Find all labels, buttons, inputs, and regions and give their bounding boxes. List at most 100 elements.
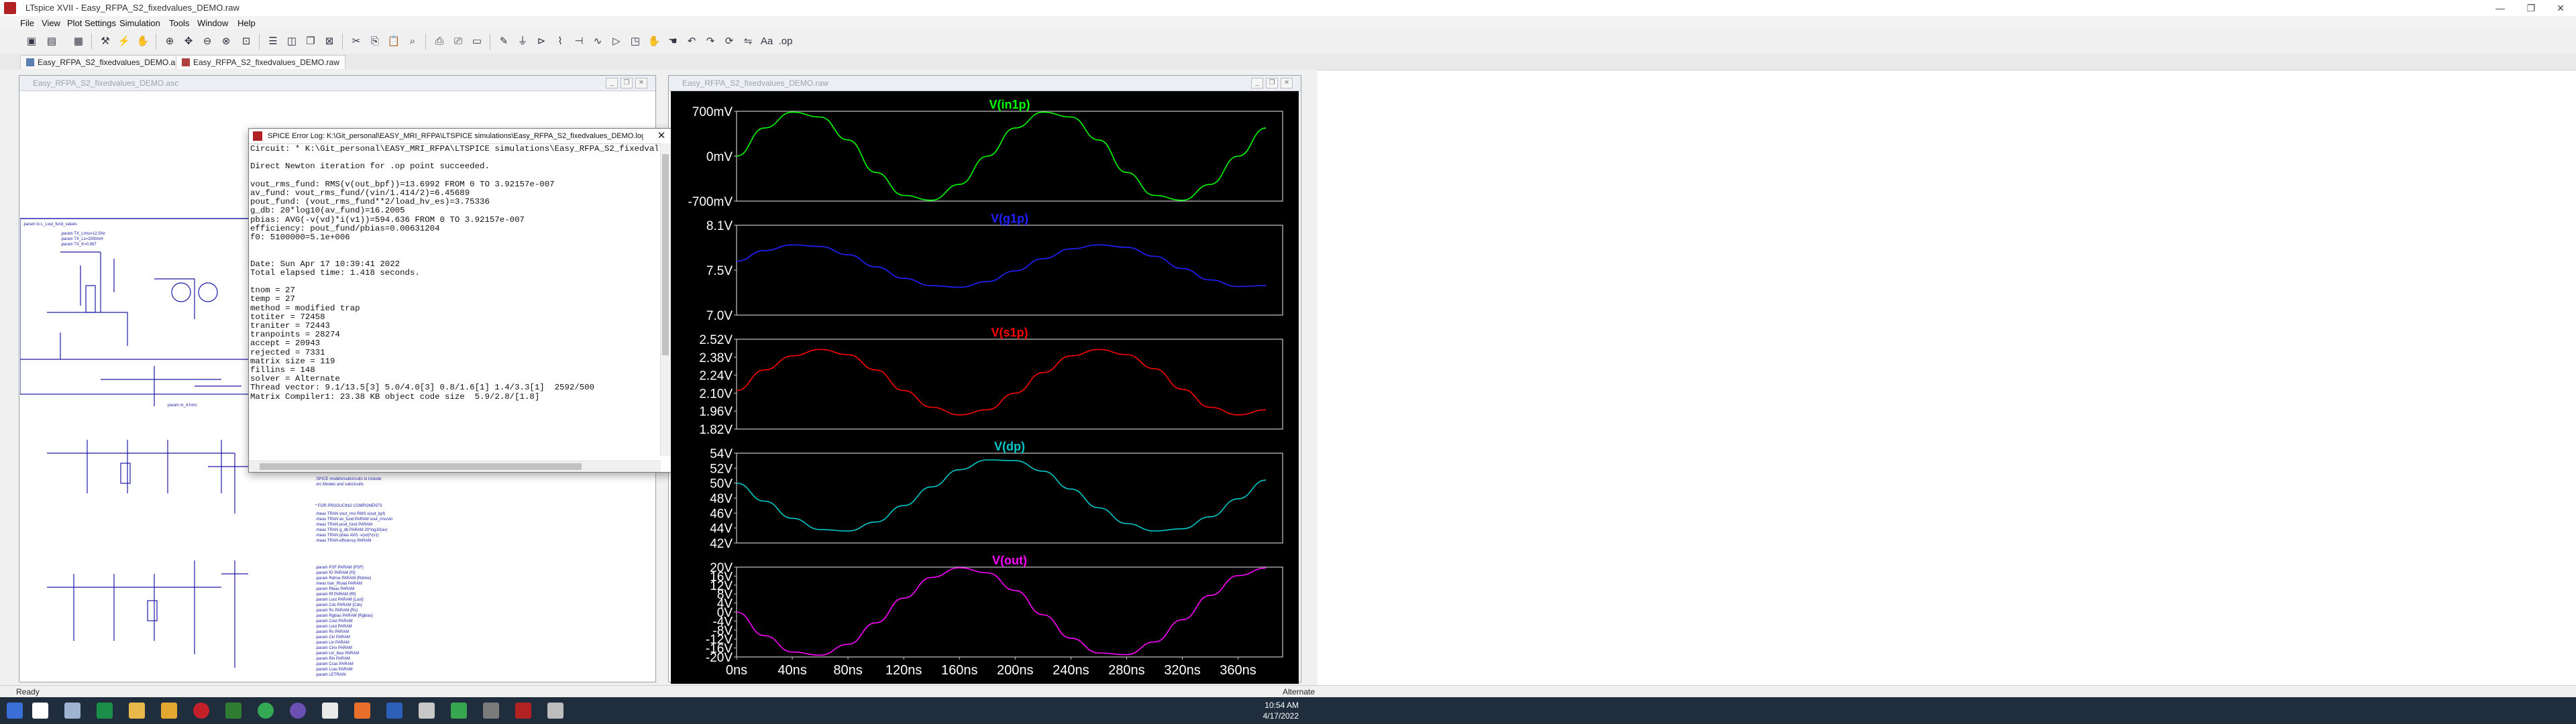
paste-icon[interactable]: 📋 bbox=[385, 33, 402, 50]
search-icon[interactable] bbox=[32, 703, 48, 719]
folder-icon[interactable] bbox=[161, 703, 177, 719]
start-icon[interactable] bbox=[7, 703, 23, 719]
subwin-minimize-button[interactable]: _ bbox=[606, 78, 618, 88]
zoom-in-icon[interactable]: ⊕ bbox=[161, 33, 178, 50]
waveform-icon bbox=[182, 58, 190, 66]
subwin-minimize-button[interactable]: _ bbox=[1251, 78, 1263, 88]
vertical-scrollbar[interactable] bbox=[660, 143, 672, 456]
undo-icon[interactable]: ↶ bbox=[683, 33, 700, 50]
draw-wire-icon[interactable]: ✎ bbox=[495, 33, 513, 50]
autorange-icon[interactable]: ⊡ bbox=[237, 33, 255, 50]
control-panel-icon[interactable]: ⚒ bbox=[97, 33, 114, 50]
app-icon-5[interactable] bbox=[451, 703, 467, 719]
scroll-thumb[interactable] bbox=[662, 154, 669, 355]
close-button[interactable]: ✕ bbox=[2545, 0, 2576, 16]
app-icon[interactable] bbox=[225, 703, 241, 719]
subwin-close-button[interactable]: ✕ bbox=[1281, 78, 1293, 88]
mirror-icon[interactable]: ⇋ bbox=[739, 33, 757, 50]
menu-window[interactable]: Window bbox=[197, 18, 228, 28]
subwin-restore-button[interactable]: ❐ bbox=[621, 78, 633, 88]
subwin-restore-button[interactable]: ❐ bbox=[1266, 78, 1278, 88]
matlab-icon[interactable] bbox=[354, 703, 370, 719]
label-net-icon[interactable]: ⊳ bbox=[533, 33, 550, 50]
log-text[interactable]: Circuit: * K:\Git_personal\EASY_MRI_RFPA… bbox=[250, 145, 658, 453]
excel-icon[interactable] bbox=[97, 703, 113, 719]
spice-directive-icon[interactable]: .op bbox=[777, 33, 794, 50]
y-tick-label: 48V bbox=[710, 492, 733, 506]
svg-text:.meas tran_Rload PARAM: .meas tran_Rload PARAM bbox=[315, 582, 362, 586]
new-schematic-icon[interactable]: ▣ bbox=[23, 33, 40, 50]
maximize-button[interactable]: ❐ bbox=[2516, 0, 2546, 16]
menu-tools[interactable]: Tools bbox=[169, 18, 189, 28]
drag-icon[interactable]: ☚ bbox=[664, 33, 682, 50]
capacitor-icon[interactable]: ⊣ bbox=[570, 33, 588, 50]
print-icon[interactable]: ⎙ bbox=[431, 33, 448, 50]
inductor-icon[interactable]: ∿ bbox=[589, 33, 606, 50]
log-line: f0: 5100000=5.1e+006 bbox=[250, 233, 350, 243]
app-icon-7[interactable] bbox=[547, 703, 564, 719]
horizontal-scrollbar[interactable] bbox=[249, 461, 661, 472]
move-icon[interactable]: ✋ bbox=[645, 33, 663, 50]
svg-text:.meas TRAN vout_rms RMS v(out_: .meas TRAN vout_rms RMS v(out_bpf) bbox=[315, 512, 385, 516]
app-icon-3[interactable] bbox=[386, 703, 402, 719]
log-icon bbox=[253, 131, 262, 141]
app-icon-2[interactable] bbox=[290, 703, 306, 719]
y-tick-label: 7.5V bbox=[706, 264, 733, 278]
tab-schematic[interactable]: Easy_RFPA_S2_fixedvalues_DEMO.asc bbox=[20, 55, 190, 69]
zoom-out-icon[interactable]: ⊖ bbox=[199, 33, 216, 50]
system-clock[interactable]: 10:54 AM 4/17/2022 bbox=[1254, 700, 1299, 721]
open-icon[interactable]: ▤ bbox=[43, 33, 60, 50]
opera-icon[interactable] bbox=[193, 703, 209, 719]
page-setup-icon[interactable]: ▭ bbox=[468, 33, 486, 50]
resistor-icon[interactable]: ⌇ bbox=[551, 33, 569, 50]
menu-help[interactable]: Help bbox=[237, 18, 256, 28]
svg-text:.param Rs PARAM {Rs}: .param Rs PARAM {Rs} bbox=[315, 609, 358, 613]
zoom-pan-icon[interactable]: ✥ bbox=[180, 33, 197, 50]
subwin-close-button[interactable]: ✕ bbox=[635, 78, 647, 88]
trace-line bbox=[736, 111, 1267, 201]
close-icon[interactable]: ✕ bbox=[655, 130, 667, 142]
text-icon[interactable]: Aa bbox=[758, 33, 775, 50]
save-icon[interactable]: ▦ bbox=[70, 33, 87, 50]
redo-icon[interactable]: ↷ bbox=[702, 33, 719, 50]
menu-plot-settings[interactable]: Plot Settings bbox=[67, 18, 116, 28]
zoom-full-icon[interactable]: ⊗ bbox=[217, 33, 235, 50]
cut-icon[interactable]: ✂ bbox=[347, 33, 365, 50]
scroll-thumb[interactable] bbox=[260, 463, 582, 470]
plot-frame bbox=[736, 339, 1283, 430]
log-line: tnom = 27 bbox=[250, 286, 295, 296]
menu-bar: File View Plot Settings Simulation Tools… bbox=[0, 16, 2576, 30]
minimize-button[interactable]: — bbox=[2485, 0, 2516, 16]
cascade-icon[interactable]: ❐ bbox=[302, 33, 319, 50]
task-view-icon[interactable] bbox=[64, 703, 80, 719]
ltspice-taskbar-icon[interactable] bbox=[515, 703, 531, 719]
chrome-icon[interactable] bbox=[258, 703, 274, 719]
file-explorer-icon[interactable] bbox=[129, 703, 145, 719]
component-icon[interactable]: ◳ bbox=[627, 33, 644, 50]
plot-window-titlebar[interactable]: Easy_RFPA_S2_fixedvalues_DEMO.raw _ ❐ ✕ bbox=[669, 76, 1301, 91]
app-icon-4[interactable] bbox=[419, 703, 435, 719]
svg-text:.param Rin PARAM: .param Rin PARAM bbox=[315, 657, 350, 661]
menu-view[interactable]: View bbox=[42, 18, 60, 28]
copy-icon[interactable]: ⎘ bbox=[366, 33, 384, 50]
diode-icon[interactable]: ▷ bbox=[608, 33, 625, 50]
run-icon[interactable]: ⚡ bbox=[115, 33, 133, 50]
print-preview-icon[interactable]: ⎚ bbox=[449, 33, 467, 50]
menu-simulation[interactable]: Simulation bbox=[119, 18, 160, 28]
halt-icon[interactable]: ✋ bbox=[134, 33, 152, 50]
tile-horizontal-icon[interactable]: ☰ bbox=[264, 33, 282, 50]
notepad-icon[interactable] bbox=[322, 703, 338, 719]
find-icon[interactable]: ⌕ bbox=[404, 33, 421, 50]
y-tick-label: 8.1V bbox=[706, 219, 733, 233]
close-windows-icon[interactable]: ⊠ bbox=[321, 33, 338, 50]
schematic-window-titlebar[interactable]: Easy_RFPA_S2_fixedvalues_DEMO.asc _ ❐ ✕ bbox=[19, 76, 655, 91]
waveform-plot[interactable]: V(in1p) 700mV 0mV -700mV V(g1p) 8.1V 7.5V 7.0V V… bbox=[671, 91, 1299, 684]
app-icon-6[interactable] bbox=[483, 703, 499, 719]
ground-icon[interactable]: ⏚ bbox=[514, 33, 531, 50]
menu-file[interactable]: File bbox=[20, 18, 34, 28]
log-dialog-titlebar[interactable]: SPICE Error Log: K:\Git_personal\EASY_MR… bbox=[249, 129, 672, 144]
tile-vertical-icon[interactable]: ◫ bbox=[283, 33, 301, 50]
rotate-icon[interactable]: ⟳ bbox=[720, 33, 738, 50]
tab-waveform[interactable]: Easy_RFPA_S2_fixedvalues_DEMO.raw bbox=[176, 55, 345, 69]
